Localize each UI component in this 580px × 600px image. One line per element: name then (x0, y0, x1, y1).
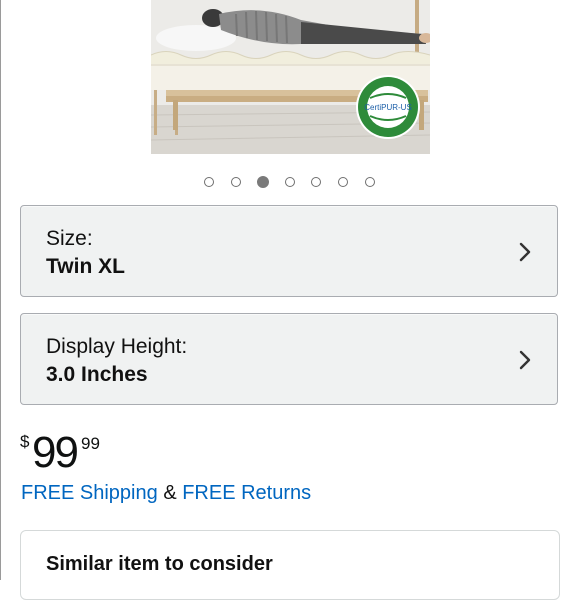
carousel-dot-7[interactable] (365, 177, 375, 187)
page-edge-rule (0, 0, 1, 580)
carousel-dot-2[interactable] (231, 177, 241, 187)
price-currency: $ (20, 432, 30, 451)
size-selector[interactable]: Size: Twin XL (20, 205, 558, 297)
display-height-label: Display Height: (46, 335, 188, 358)
shipping-joiner: & (163, 482, 177, 504)
display-height-value: 3.0 Inches (46, 363, 148, 386)
carousel-dot-6[interactable] (338, 177, 348, 187)
carousel-dot-5[interactable] (311, 177, 321, 187)
free-returns-link[interactable]: FREE Returns (182, 482, 311, 504)
image-carousel-dots (0, 176, 580, 191)
similar-item-card[interactable]: Similar item to consider (20, 530, 560, 600)
display-height-selector[interactable]: Display Height: 3.0 Inches (20, 313, 558, 405)
size-label: Size: (46, 227, 93, 250)
size-value: Twin XL (46, 255, 125, 278)
product-image[interactable]: CertiPUR-US (151, 0, 430, 154)
similar-item-title: Similar item to consider (46, 553, 273, 575)
chevron-right-icon (519, 242, 531, 262)
carousel-dot-1[interactable] (204, 177, 214, 187)
free-shipping-link[interactable]: FREE Shipping (21, 482, 158, 504)
shipping-info: FREE Shipping & FREE Returns (21, 482, 311, 505)
certipur-badge-text: CertiPUR-US (364, 103, 412, 112)
price-whole: 99 (32, 428, 79, 477)
carousel-dot-3-active[interactable] (257, 176, 269, 188)
price-fraction: 99 (81, 434, 100, 453)
chevron-right-icon (519, 350, 531, 370)
carousel-dot-4[interactable] (285, 177, 295, 187)
